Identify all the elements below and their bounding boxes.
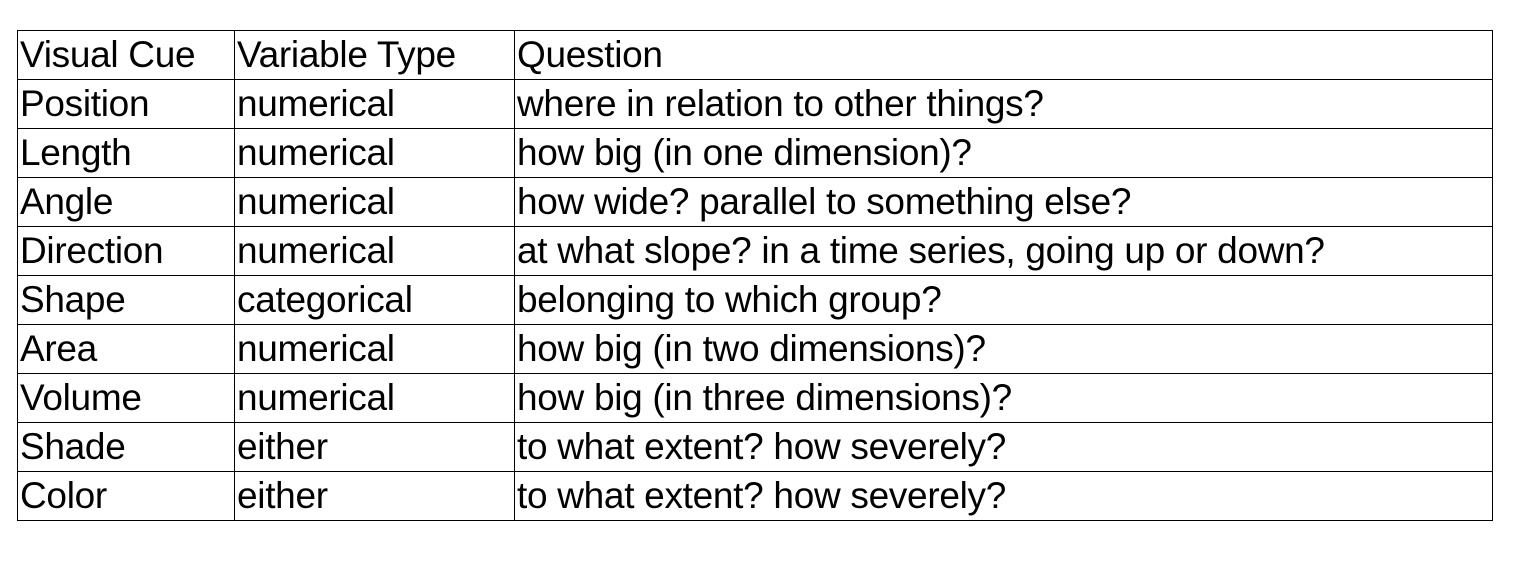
cell-question: how big (in three dimensions)?	[514, 373, 1493, 423]
cell-question: how big (in two dimensions)?	[514, 324, 1493, 374]
visual-cues-table: Visual Cue Variable Type Question Positi…	[17, 30, 1493, 521]
table-row: Volume numerical how big (in three dimen…	[17, 373, 1493, 423]
table-row: Position numerical where in relation to …	[17, 79, 1493, 129]
cell-question: at what slope? in a time series, going u…	[514, 226, 1493, 276]
cell-question: to what extent? how severely?	[514, 422, 1493, 472]
cell-question: belonging to which group?	[514, 275, 1493, 325]
cell-visual-cue: Volume	[17, 373, 235, 423]
cell-question: where in relation to other things?	[514, 79, 1493, 129]
table-row: Area numerical how big (in two dimension…	[17, 324, 1493, 374]
table-row: Length numerical how big (in one dimensi…	[17, 128, 1493, 178]
table-header-row: Visual Cue Variable Type Question	[17, 30, 1493, 80]
cell-visual-cue: Shape	[17, 275, 235, 325]
cell-visual-cue: Angle	[17, 177, 235, 227]
cell-question: how wide? parallel to something else?	[514, 177, 1493, 227]
cell-variable-type: numerical	[234, 324, 515, 374]
cell-question: to what extent? how severely?	[514, 471, 1493, 521]
cell-visual-cue: Direction	[17, 226, 235, 276]
header-question: Question	[514, 30, 1493, 80]
header-variable-type: Variable Type	[234, 30, 515, 80]
cell-visual-cue: Length	[17, 128, 235, 178]
cell-visual-cue: Area	[17, 324, 235, 374]
header-visual-cue: Visual Cue	[17, 30, 235, 80]
cell-variable-type: numerical	[234, 79, 515, 129]
table-row: Shape categorical belonging to which gro…	[17, 275, 1493, 325]
cell-variable-type: either	[234, 471, 515, 521]
cell-visual-cue: Position	[17, 79, 235, 129]
table-row: Direction numerical at what slope? in a …	[17, 226, 1493, 276]
table-row: Color either to what extent? how severel…	[17, 471, 1493, 521]
cell-visual-cue: Shade	[17, 422, 235, 472]
cell-variable-type: categorical	[234, 275, 515, 325]
cell-variable-type: numerical	[234, 177, 515, 227]
table-row: Shade either to what extent? how severel…	[17, 422, 1493, 472]
cell-variable-type: numerical	[234, 128, 515, 178]
cell-visual-cue: Color	[17, 471, 235, 521]
table-row: Angle numerical how wide? parallel to so…	[17, 177, 1493, 227]
visual-cues-table-container: Visual Cue Variable Type Question Positi…	[17, 30, 1493, 521]
cell-question: how big (in one dimension)?	[514, 128, 1493, 178]
cell-variable-type: numerical	[234, 226, 515, 276]
cell-variable-type: numerical	[234, 373, 515, 423]
cell-variable-type: either	[234, 422, 515, 472]
